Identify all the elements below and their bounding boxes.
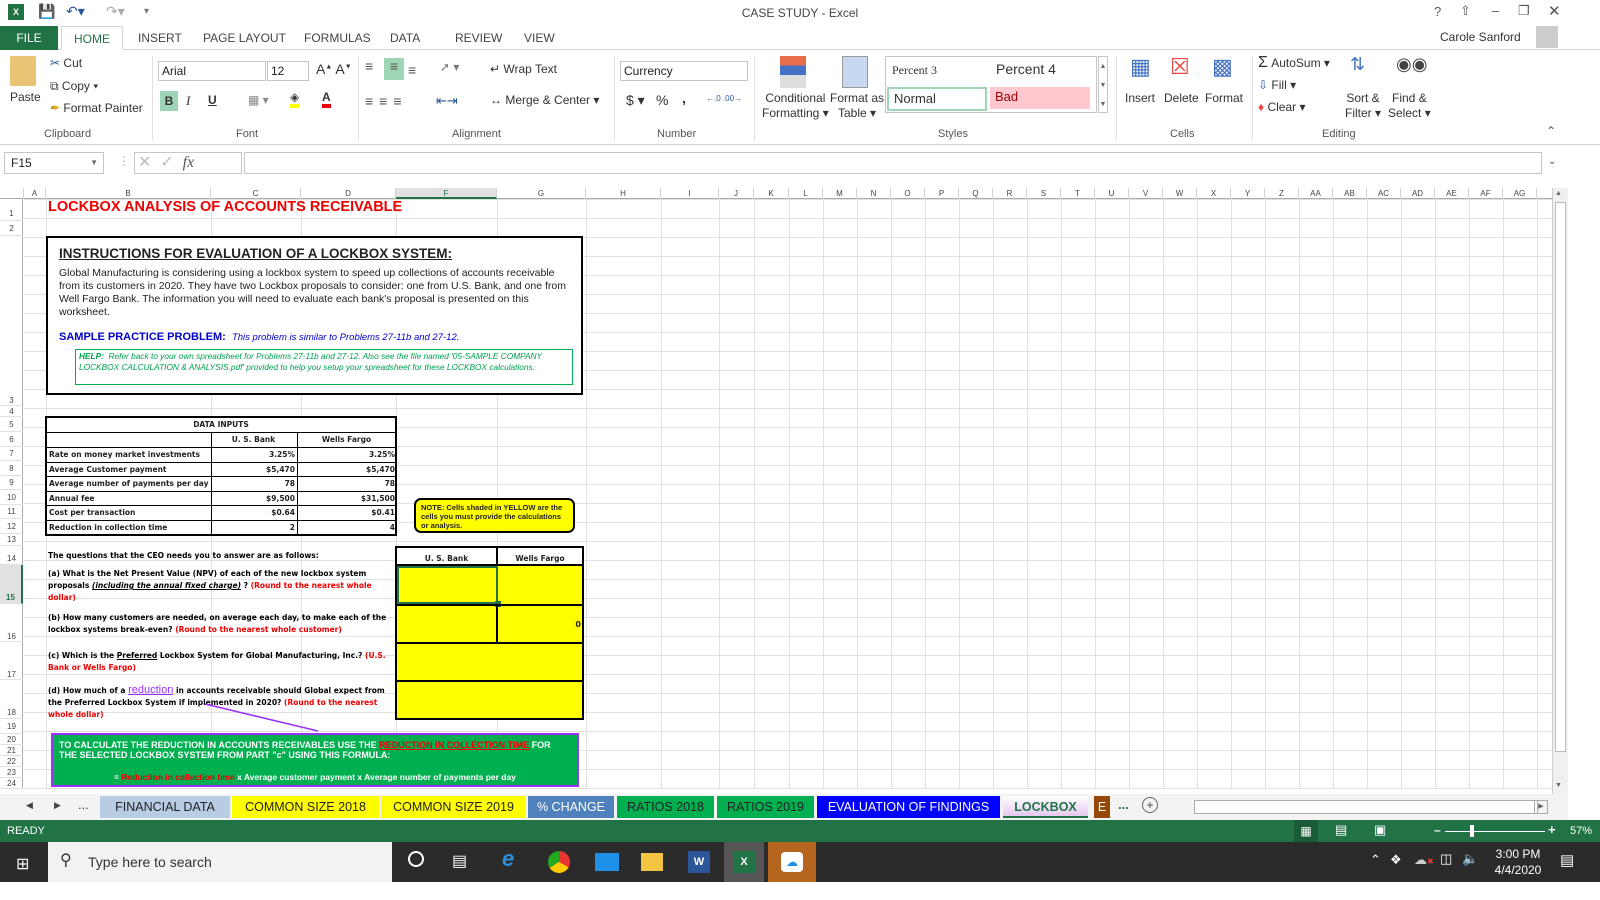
screen-bottom	[0, 882, 1600, 900]
formula-instruction-text: TO CALCULATE THE REDUCTION IN ACCOUNTS R…	[59, 740, 571, 760]
network-icon[interactable]: ◫	[1440, 851, 1452, 867]
sheet-tab[interactable]: E	[1094, 796, 1110, 818]
zoom-in-icon[interactable]: +	[1548, 822, 1556, 837]
add-sheet-icon[interactable]: +	[1142, 797, 1158, 813]
more-sheets-left[interactable]: ...	[78, 797, 89, 812]
search-icon: ⚲	[60, 852, 72, 869]
page-layout-view-icon[interactable]: ▤	[1335, 822, 1347, 838]
show-hidden-icons[interactable]: ⌃	[1370, 852, 1381, 868]
prev-sheet-icon[interactable]: ◀	[26, 800, 33, 811]
volume-icon[interactable]: 🔈	[1462, 851, 1478, 867]
onedrive-error-icon[interactable]: ☁✖	[1414, 852, 1434, 868]
zoom-slider-track[interactable]	[1445, 831, 1545, 832]
cloud-icon: ☁	[781, 852, 803, 872]
taskbar-search-box[interactable]: ⚲ Type here to search	[48, 842, 392, 882]
sheet-tabs-bar: ◀ ▶ ... FINANCIAL DATA COMMON SIZE 2018 CO…	[0, 794, 1568, 820]
sheet-tab[interactable]: COMMON SIZE 2018	[232, 796, 379, 818]
zoom-slider-thumb[interactable]	[1470, 825, 1474, 837]
status-bar: READY ▦ ▤ ▣ – + 57%	[0, 820, 1600, 842]
clock[interactable]: 3:00 PM 4/4/2020	[1488, 846, 1548, 878]
excel-taskbar-button[interactable]: X	[724, 842, 764, 882]
more-sheets-right[interactable]: ...	[1118, 797, 1129, 812]
word-icon[interactable]: W	[688, 851, 710, 873]
clock-time: 3:00 PM	[1495, 847, 1541, 861]
onedrive-taskbar-button[interactable]: ☁	[768, 842, 816, 882]
formula-line-1-red: REDUCTION IN COLLECTION TIME	[379, 740, 530, 750]
formula-line-1a: TO CALCULATE THE REDUCTION IN ACCOUNTS R…	[59, 740, 380, 750]
sheet-tab[interactable]: LOCKBOX	[1003, 796, 1088, 818]
scroll-right-icon[interactable]: ▶	[1534, 800, 1548, 814]
sheet-tab[interactable]: RATIOS 2018	[617, 796, 714, 818]
horizontal-scrollbar[interactable]	[1194, 800, 1538, 814]
excel-icon: X	[733, 851, 755, 873]
task-view-icon[interactable]: ▤	[452, 851, 467, 871]
sheet-tab[interactable]: EVALUATION OF FINDINGS	[817, 796, 1000, 818]
sheet-tab[interactable]: COMMON SIZE 2019	[381, 796, 526, 818]
formula-eq-red: Reduction in collection time	[121, 772, 235, 782]
file-explorer-icon[interactable]	[641, 853, 663, 871]
edge-icon[interactable]: e	[502, 846, 514, 872]
status-mode: READY	[7, 825, 45, 837]
formula-instruction-box: TO CALCULATE THE REDUCTION IN ACCOUNTS R…	[51, 733, 579, 787]
clock-date: 4/4/2020	[1494, 863, 1542, 877]
cortana-icon[interactable]	[408, 851, 424, 867]
mail-icon[interactable]	[595, 853, 619, 871]
search-placeholder: Type here to search	[88, 854, 212, 870]
formula-equation: = Reduction in collection time x Average…	[59, 772, 571, 782]
sheet-tab[interactable]: % CHANGE	[528, 796, 614, 818]
sheet-tab[interactable]: FINANCIAL DATA	[100, 796, 230, 818]
page-break-view-icon[interactable]: ▣	[1374, 822, 1386, 838]
next-sheet-icon[interactable]: ▶	[54, 800, 61, 811]
zoom-level[interactable]: 57%	[1570, 825, 1592, 837]
sheet-tab[interactable]: RATIOS 2019	[717, 796, 814, 818]
chrome-icon[interactable]	[548, 851, 570, 873]
formula-eq-rest: x Average customer payment x Average num…	[234, 772, 516, 782]
dropbox-icon[interactable]: ❖	[1390, 852, 1402, 868]
normal-view-icon[interactable]: ▦	[1294, 820, 1318, 842]
zoom-out-icon[interactable]: –	[1434, 823, 1441, 837]
windows-taskbar: ⊞ ⚲ Type here to search ▤ e W X ☁ ⌃ ❖ ☁✖…	[0, 842, 1600, 882]
windows-start-icon[interactable]: ⊞	[16, 854, 29, 874]
action-center-icon[interactable]: ▤	[1560, 851, 1574, 869]
